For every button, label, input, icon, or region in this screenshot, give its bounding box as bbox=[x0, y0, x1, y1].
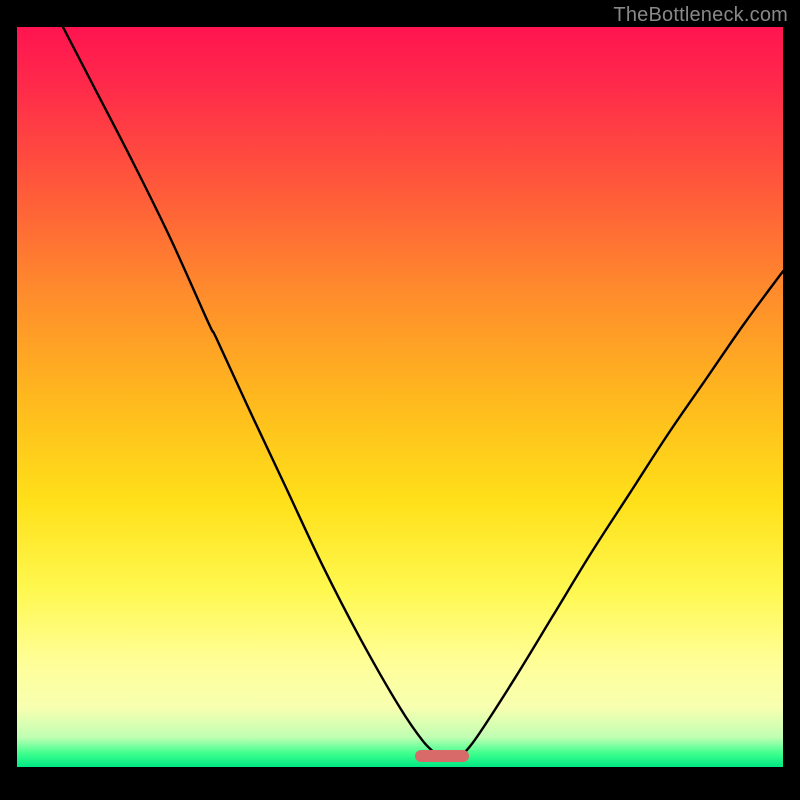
curve-left-branch bbox=[63, 27, 438, 756]
curve-right-branch bbox=[461, 271, 783, 756]
bottleneck-curve bbox=[17, 27, 783, 767]
optimal-marker-pill bbox=[415, 750, 469, 762]
chart-frame: TheBottleneck.com bbox=[0, 0, 800, 800]
plot-area bbox=[17, 27, 783, 767]
watermark-text: TheBottleneck.com bbox=[613, 4, 788, 27]
